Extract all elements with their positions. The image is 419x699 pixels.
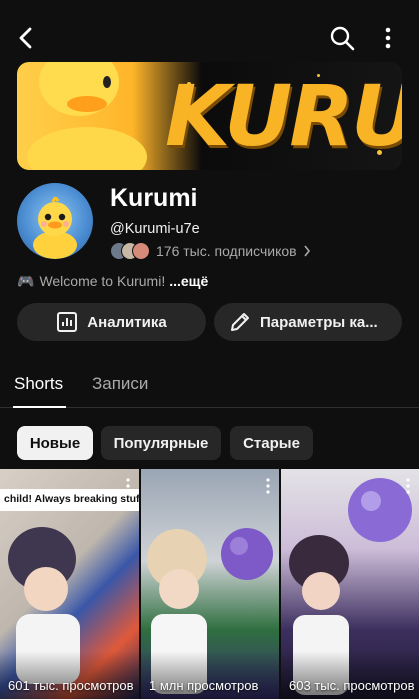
back-arrow-icon[interactable]	[12, 24, 40, 52]
active-tab-indicator	[13, 406, 66, 408]
channel-avatar[interactable]	[17, 183, 93, 259]
settings-label: Параметры ка...	[260, 313, 378, 331]
description-more-link[interactable]: ...ещё	[169, 273, 208, 289]
search-icon[interactable]	[328, 24, 356, 52]
more-vertical-icon[interactable]	[376, 24, 400, 52]
more-vertical-icon[interactable]	[125, 477, 131, 495]
subscriber-avatars	[110, 241, 152, 261]
shorts-grid: child! Always breaking stuff! 601 тыс. п…	[0, 469, 419, 699]
chevron-right-icon	[303, 245, 310, 257]
short-thumbnail[interactable]: 603 тыс. просмотров	[281, 469, 419, 699]
tab-shorts[interactable]: Shorts	[14, 374, 63, 394]
planet-painting	[221, 528, 273, 580]
channel-banner: KURUI	[17, 62, 402, 170]
channel-handle: @Kurumi-u7e	[110, 221, 200, 237]
pencil-icon	[231, 313, 249, 331]
top-app-bar	[0, 0, 419, 62]
subscribers-row[interactable]: 176 тыс. подписчиков	[110, 240, 311, 262]
moon-painting	[106, 505, 120, 533]
short-thumbnail[interactable]: child! Always breaking stuff! 601 тыс. п…	[0, 469, 139, 699]
subscriber-count: 176 тыс. подписчиков	[156, 243, 297, 259]
analytics-chart-icon	[57, 312, 78, 332]
gamepad-icon: 🎮	[17, 272, 35, 289]
short-thumbnail[interactable]: 1 млн просмотров	[141, 469, 279, 699]
duck-avatar-icon	[33, 196, 77, 259]
more-vertical-icon[interactable]	[405, 477, 411, 495]
channel-name: Kurumi	[110, 184, 198, 212]
short-views: 1 млн просмотров	[149, 678, 259, 693]
channel-description[interactable]: 🎮 Welcome to Kurumi! ...ещё	[17, 271, 208, 291]
chip-popular[interactable]: Популярные	[101, 426, 221, 460]
channel-tabs: Shorts Записи	[0, 362, 419, 408]
more-vertical-icon[interactable]	[265, 477, 271, 495]
tab-posts[interactable]: Записи	[92, 374, 148, 394]
channel-settings-button[interactable]: Параметры ка...	[214, 303, 402, 341]
chip-oldest[interactable]: Старые	[230, 426, 313, 460]
short-views: 601 тыс. просмотров	[8, 678, 134, 693]
short-views: 603 тыс. просмотров	[289, 678, 415, 693]
analytics-button[interactable]: Аналитика	[17, 303, 206, 341]
duck-illustration	[27, 62, 147, 170]
analytics-label: Аналитика	[87, 313, 167, 331]
chip-newest[interactable]: Новые	[17, 426, 93, 460]
description-text: Welcome to Kurumi!	[39, 273, 166, 289]
banner-brand-text: KURUI	[165, 67, 402, 165]
